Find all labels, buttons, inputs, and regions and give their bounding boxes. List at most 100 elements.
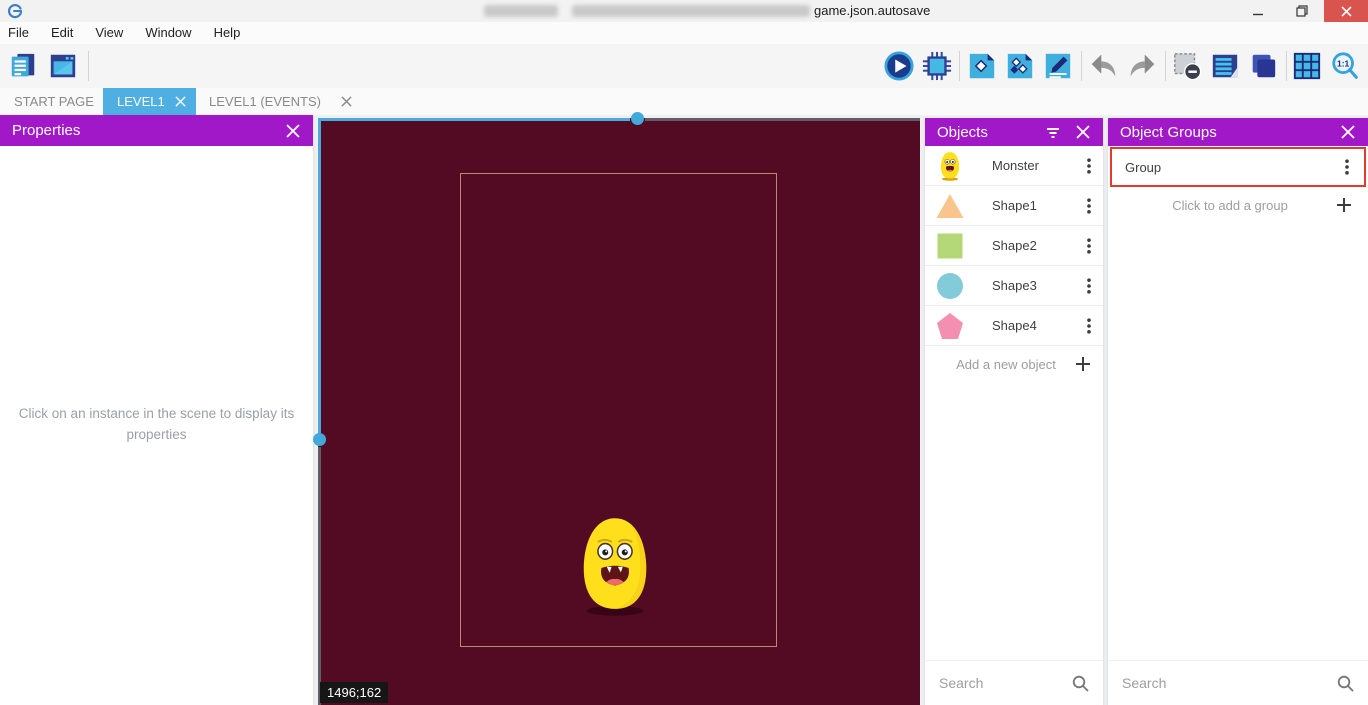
cursor-coordinates: 1496;162 <box>320 682 388 703</box>
toolbar-divider <box>1286 51 1287 81</box>
object-label: Shape3 <box>992 278 1085 293</box>
object-menu-icon[interactable] <box>1085 237 1093 255</box>
object-groups-panel: Object Groups Group Click to add a group <box>1108 118 1368 705</box>
pentagon-thumbnail <box>935 311 965 341</box>
object-menu-icon[interactable] <box>1085 317 1093 335</box>
search-icon <box>1337 675 1354 692</box>
panel-title: Properties <box>12 122 271 139</box>
open-project-icon[interactable] <box>48 51 78 81</box>
groups-search-input[interactable] <box>1122 675 1337 691</box>
monster-thumbnail <box>935 151 965 181</box>
tab-label: START PAGE <box>14 94 94 109</box>
plus-icon <box>1336 197 1352 213</box>
window-controls <box>1236 0 1368 22</box>
menu-view[interactable]: View <box>84 22 134 44</box>
plus-icon <box>1075 356 1091 372</box>
close-icon <box>1341 6 1352 17</box>
mask-icon[interactable] <box>1172 51 1202 81</box>
objects-list-icon[interactable] <box>1210 51 1240 81</box>
close-window-button[interactable] <box>1324 0 1368 22</box>
horizontal-scroll-thumb[interactable] <box>631 112 644 125</box>
titlebar: game.json.autosave <box>0 0 1368 22</box>
group-label: Group <box>1125 160 1343 175</box>
menu-window[interactable]: Window <box>134 22 202 44</box>
object-label: Monster <box>992 158 1085 173</box>
title-redacted <box>484 5 558 17</box>
window-title: game.json.autosave <box>814 3 930 18</box>
groups-search-bar <box>1108 660 1368 705</box>
debugger-icon[interactable] <box>922 51 952 81</box>
redo-icon[interactable] <box>1127 51 1157 81</box>
tab-level1[interactable]: LEVEL1 <box>103 88 196 115</box>
object-groups-header: Object Groups <box>1108 118 1368 146</box>
menu-help[interactable]: Help <box>203 22 252 44</box>
close-panel-icon[interactable] <box>1075 124 1091 140</box>
toolbar: 1:1 <box>0 44 1368 88</box>
panel-title: Objects <box>937 124 1031 141</box>
svg-text:1:1: 1:1 <box>1337 58 1349 68</box>
triangle-thumbnail <box>935 191 965 221</box>
zoom-1-1-icon[interactable]: 1:1 <box>1330 51 1360 81</box>
undo-icon[interactable] <box>1089 51 1119 81</box>
panel-title: Object Groups <box>1120 124 1326 141</box>
object-row-shape1[interactable]: Shape1 <box>925 186 1103 226</box>
square-thumbnail <box>935 231 965 261</box>
project-manager-icon[interactable] <box>8 51 38 81</box>
grid-icon[interactable] <box>1292 51 1322 81</box>
object-row-monster[interactable]: Monster <box>925 146 1103 186</box>
toolbar-divider <box>959 51 960 81</box>
menu-file[interactable]: File <box>0 22 40 44</box>
restore-icon <box>1296 5 1308 17</box>
object-menu-icon[interactable] <box>1085 197 1093 215</box>
object-row-shape4[interactable]: Shape4 <box>925 306 1103 346</box>
circle-thumbnail <box>935 271 965 301</box>
object-menu-icon[interactable] <box>1085 277 1093 295</box>
tab-start-page[interactable]: START PAGE <box>0 88 108 115</box>
menubar: File Edit View Window Help <box>0 22 1368 44</box>
tabstrip: START PAGE LEVEL1 LEVEL1 (EVENTS) <box>0 88 1368 115</box>
add-object-button[interactable]: Add a new object <box>925 346 1103 382</box>
tab-level1-events[interactable]: LEVEL1 (EVENTS) <box>205 88 352 115</box>
layers-icon[interactable] <box>1248 51 1278 81</box>
menu-edit[interactable]: Edit <box>40 22 84 44</box>
objects-search-bar <box>925 660 1103 705</box>
properties-panel: Properties Click on an instance in the s… <box>0 115 313 705</box>
restore-button[interactable] <box>1280 0 1324 22</box>
objects-header: Objects <box>925 118 1103 146</box>
close-tab-icon[interactable] <box>175 96 186 107</box>
horizontal-scrollbar[interactable] <box>645 118 920 121</box>
vertical-scrollbar[interactable] <box>318 447 321 705</box>
close-panel-icon[interactable] <box>285 123 301 139</box>
preview-play-icon[interactable] <box>884 51 914 81</box>
minimize-button[interactable] <box>1236 0 1280 22</box>
tab-label: LEVEL1 (EVENTS) <box>209 94 321 109</box>
gdevelop-logo <box>7 3 23 19</box>
horizontal-scrollbar[interactable] <box>318 118 630 121</box>
monster-instance[interactable] <box>576 514 654 618</box>
group-row-highlighted[interactable]: Group <box>1110 147 1366 187</box>
edit-scene-icon[interactable] <box>1043 51 1073 81</box>
properties-empty-message: Click on an instance in the scene to dis… <box>0 403 313 445</box>
new-object-icon[interactable] <box>967 51 997 81</box>
minimize-icon <box>1253 6 1264 17</box>
objects-panel: Objects Monster Shape1 <box>925 118 1103 705</box>
toolbar-divider <box>88 51 89 81</box>
toolbar-divider <box>1165 51 1166 81</box>
close-tab-icon[interactable] <box>341 96 352 107</box>
instances-icon[interactable] <box>1005 51 1035 81</box>
toolbar-divider <box>1081 51 1082 81</box>
objects-search-input[interactable] <box>939 675 1072 691</box>
close-panel-icon[interactable] <box>1340 124 1356 140</box>
scene-canvas[interactable]: 1496;162 <box>318 118 920 705</box>
add-object-label: Add a new object <box>937 357 1075 372</box>
add-group-button[interactable]: Click to add a group <box>1108 187 1368 223</box>
vertical-scroll-thumb[interactable] <box>313 433 326 446</box>
object-menu-icon[interactable] <box>1085 157 1093 175</box>
title-redacted <box>572 5 810 17</box>
filter-icon[interactable] <box>1045 124 1061 140</box>
properties-header: Properties <box>0 115 313 146</box>
object-row-shape3[interactable]: Shape3 <box>925 266 1103 306</box>
vertical-scrollbar[interactable] <box>318 118 321 433</box>
object-row-shape2[interactable]: Shape2 <box>925 226 1103 266</box>
group-menu-icon[interactable] <box>1343 158 1351 176</box>
